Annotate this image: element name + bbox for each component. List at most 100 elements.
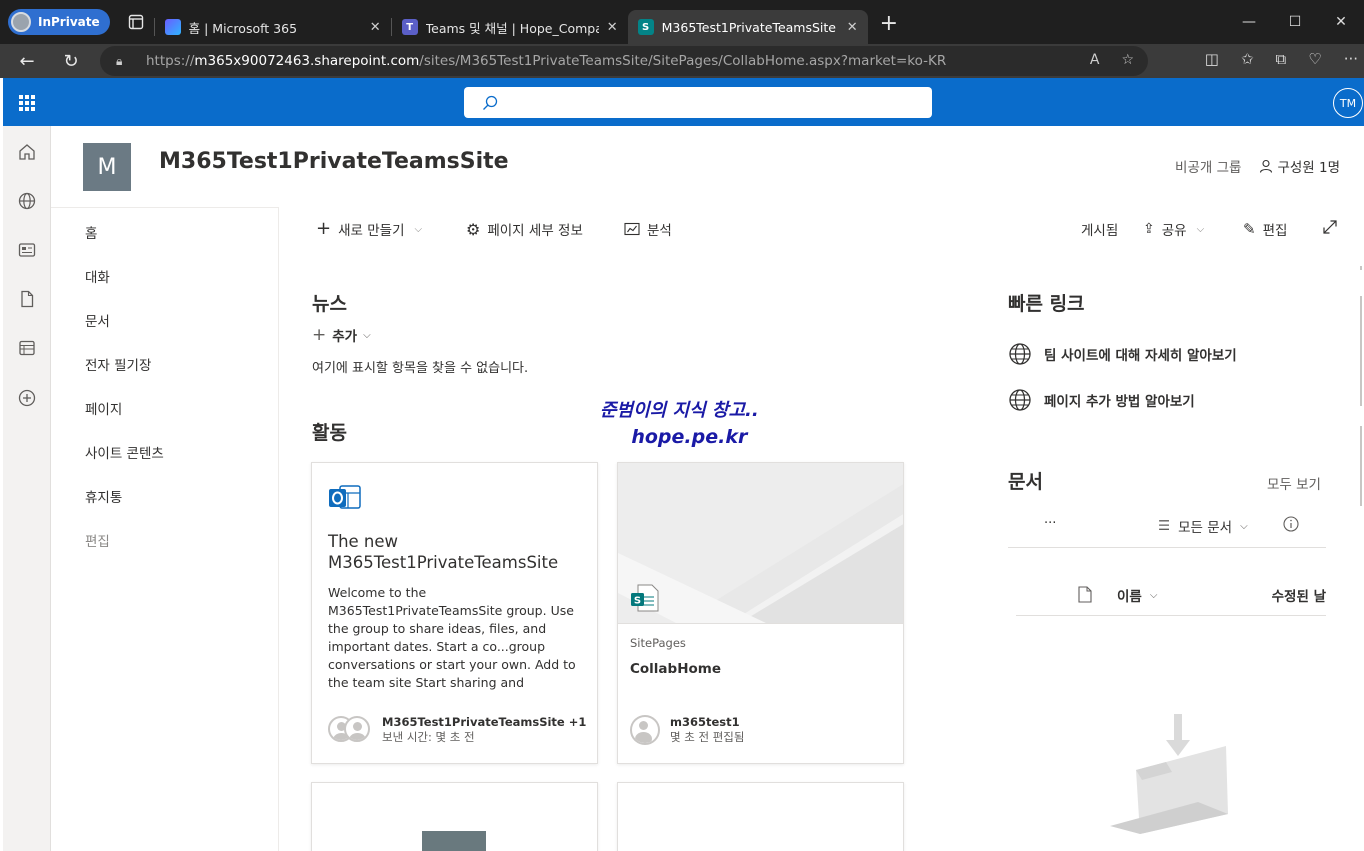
nav-item-conversations[interactable]: 대화	[85, 266, 110, 286]
activity-card[interactable]	[311, 782, 598, 851]
sharepoint-page-icon: S	[631, 584, 659, 612]
site-title[interactable]: M365Test1PrivateTeamsSite	[159, 149, 509, 174]
inprivate-badge[interactable]: InPrivate	[8, 9, 110, 35]
column-modified[interactable]: 수정된 날	[1272, 585, 1326, 605]
nav-item-pages[interactable]: 페이지	[85, 398, 122, 418]
maximize-icon[interactable]: ☐	[1272, 14, 1318, 30]
new-tab-button[interactable]: +	[880, 11, 898, 36]
close-tab-icon[interactable]: ✕	[607, 20, 618, 35]
more-options-button[interactable]: ···	[1044, 516, 1056, 531]
card-author: m365test1	[670, 715, 740, 729]
add-circle-icon[interactable]	[17, 388, 37, 408]
tab-microsoft-365[interactable]: 홈 | Microsoft 365 ✕	[155, 10, 391, 44]
search-icon	[483, 95, 498, 110]
site-meta: 비공개 그룹 구성원 1명	[1175, 156, 1340, 176]
tab-title: Teams 및 채널 | Hope_Company	[425, 20, 599, 36]
nav-item-site-contents[interactable]: 사이트 콘텐츠	[85, 442, 164, 462]
browser-tools: ◫ ✩ ⧉ ♡ ···	[1205, 50, 1358, 68]
collections-icon[interactable]: ⧉	[1276, 50, 1287, 68]
new-label: 새로 만들기	[338, 223, 405, 239]
quicklink-item[interactable]: 팀 사이트에 대해 자세히 알아보기	[1008, 342, 1237, 366]
microsoft-365-icon	[164, 19, 181, 35]
lists-icon[interactable]	[17, 338, 37, 358]
view-selector[interactable]: ☰ 모든 문서 ⌵	[1158, 516, 1248, 536]
activity-heading: 활동	[312, 422, 347, 444]
activity-card-conversation[interactable]: The new M365Test1PrivateTeamsSite Welcom…	[311, 462, 598, 764]
quicklink-label: 페이지 추가 방법 알아보기	[1044, 394, 1195, 410]
address-bar[interactable]: 🔒︎ https://m365x90072463.sharepoint.com /…	[100, 46, 1148, 76]
profile-avatar-icon	[11, 12, 31, 32]
nav-item-notebook[interactable]: 전자 필기장	[85, 354, 151, 374]
tab-teams-channels[interactable]: T Teams 및 채널 | Hope_Company ✕	[392, 10, 628, 44]
view-list-icon: ☰	[1158, 518, 1171, 534]
page-scrollbar[interactable]	[1358, 126, 1364, 851]
plus-icon: +	[312, 325, 327, 345]
new-button[interactable]: + 새로 만들기 ⌵	[316, 219, 422, 240]
edit-label: 편집	[1262, 223, 1288, 239]
nav-item-home[interactable]: 홈	[85, 222, 97, 242]
favorite-star-icon[interactable]: ☆	[1121, 52, 1134, 68]
card-timestamp: 보낸 시간: 몇 초 전	[382, 730, 475, 744]
share-button[interactable]: ⇪ 공유 ⌵	[1143, 219, 1204, 239]
suite-bar: TM	[3, 78, 1364, 126]
person-avatar-icon	[630, 715, 660, 745]
user-avatar[interactable]: TM	[1333, 88, 1363, 118]
column-name[interactable]: 이름 ⌵	[1117, 585, 1157, 605]
site-logo[interactable]: M	[83, 143, 131, 191]
add-news-button[interactable]: + 추가 ⌵	[312, 325, 371, 345]
close-tab-icon[interactable]: ✕	[847, 20, 858, 35]
sharepoint-icon: S	[637, 19, 654, 35]
split-screen-icon[interactable]: ◫	[1205, 50, 1219, 68]
person-avatar-icon	[344, 716, 370, 742]
members-button[interactable]: 구성원 1명	[1259, 156, 1340, 176]
analytics-button[interactable]: 분석	[624, 219, 672, 239]
globe-icon[interactable]	[17, 191, 37, 211]
close-window-icon[interactable]: ✕	[1318, 14, 1364, 30]
info-button[interactable]	[1283, 516, 1299, 536]
tab-actions-button[interactable]	[118, 14, 154, 30]
back-arrow-icon[interactable]: ←	[8, 51, 46, 72]
activity-card-page[interactable]: S SitePages CollabHome m365test1 몇 초 전 편…	[617, 462, 904, 764]
card-library: SitePages	[630, 636, 686, 650]
lock-icon: 🔒︎	[116, 53, 123, 68]
nav-item-documents[interactable]: 문서	[85, 310, 110, 330]
card-title: CollabHome	[630, 661, 722, 677]
documents-toolbar: ··· ☰ 모든 문서 ⌵	[1008, 510, 1326, 548]
expand-button[interactable]	[1322, 219, 1338, 235]
search-input[interactable]	[464, 87, 932, 118]
analytics-icon	[624, 222, 640, 236]
published-status: 게시됨	[1081, 219, 1118, 239]
tab-sharepoint-site[interactable]: S M365Test1PrivateTeamsSite - Ho ✕	[627, 10, 868, 44]
refresh-icon[interactable]: ↻	[52, 51, 90, 72]
chevron-down-icon: ⌵	[363, 329, 371, 341]
analytics-label: 분석	[647, 223, 672, 239]
activity-card[interactable]	[617, 782, 904, 851]
nav-edit-link[interactable]: 편집	[85, 530, 110, 550]
edit-page-button[interactable]: ✎ 편집	[1243, 219, 1287, 239]
inprivate-label: InPrivate	[38, 15, 100, 29]
file-icon[interactable]	[17, 289, 37, 309]
chevron-down-icon: ⌵	[1196, 223, 1205, 235]
app-launcher-icon[interactable]	[19, 95, 35, 111]
read-aloud-icon[interactable]: A	[1090, 52, 1100, 68]
minimize-icon[interactable]: —	[1226, 14, 1272, 30]
nav-item-recycle-bin[interactable]: 휴지통	[85, 486, 122, 506]
see-all-link[interactable]: 모두 보기	[1267, 473, 1321, 493]
url-host: m365x90072463.sharepoint.com	[194, 53, 420, 69]
card-timestamp: 몇 초 전 편집됨	[670, 730, 745, 744]
page-details-button[interactable]: ⚙ 페이지 세부 정보	[466, 219, 583, 240]
more-menu-icon[interactable]: ···	[1344, 50, 1358, 68]
url-scheme: https://	[146, 53, 195, 69]
page-details-label: 페이지 세부 정보	[487, 223, 583, 239]
card-footer: M365Test1PrivateTeamsSite +1 보낸 시간: 몇 초 …	[328, 715, 586, 745]
favorites-icon[interactable]: ✩	[1241, 50, 1254, 68]
news-icon[interactable]	[17, 240, 37, 260]
quicklink-item[interactable]: 페이지 추가 방법 알아보기	[1008, 388, 1195, 412]
browser-essentials-icon[interactable]: ♡	[1308, 50, 1321, 68]
home-icon[interactable]	[17, 142, 37, 162]
card-body: Welcome to the M365Test1PrivateTeamsSite…	[328, 585, 576, 690]
site-navigation: 홈 대화 문서 전자 필기장 페이지 사이트 콘텐츠 휴지통 편집	[51, 207, 279, 851]
window-controls: — ☐ ✕	[1226, 0, 1364, 44]
chevron-down-icon: ⌵	[1240, 520, 1248, 532]
close-tab-icon[interactable]: ✕	[370, 20, 381, 35]
